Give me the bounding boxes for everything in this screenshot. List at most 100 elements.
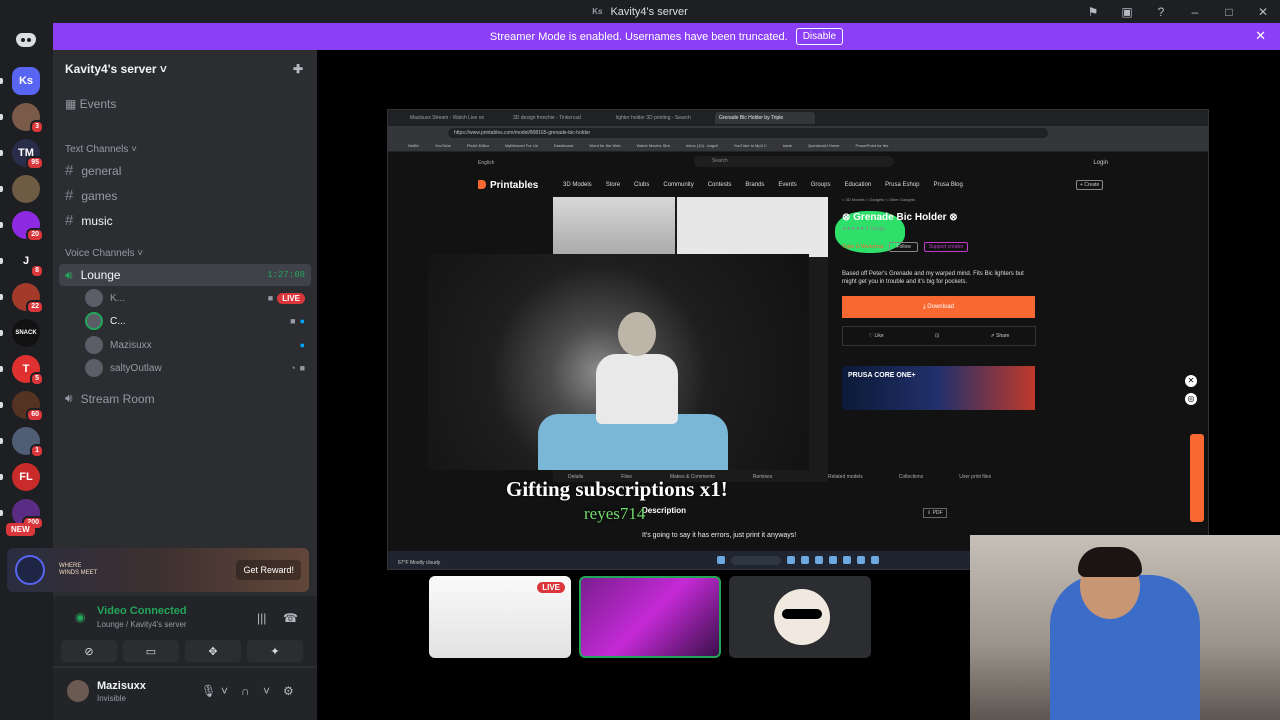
- voice-channel-lounge[interactable]: 🔊︎ Lounge 1:27:08: [59, 264, 311, 286]
- close-icon[interactable]: ✕: [1246, 5, 1280, 19]
- server-icon[interactable]: T5: [12, 355, 44, 386]
- bookmark[interactable]: Watch Movies Stre: [637, 143, 670, 148]
- model-thumbnail[interactable]: [677, 197, 905, 257]
- participant-tile[interactable]: [579, 576, 721, 658]
- nav-item[interactable]: Prusa Blog: [934, 182, 963, 188]
- voice-user[interactable]: Mazisuxx ●: [85, 335, 305, 355]
- nav-item[interactable]: Events: [778, 182, 796, 188]
- server-icon[interactable]: J8: [12, 247, 44, 278]
- channel-music[interactable]: # music: [65, 212, 113, 229]
- start-icon[interactable]: [717, 556, 725, 564]
- taskbar-search[interactable]: [731, 555, 781, 565]
- activities-button[interactable]: ✥: [185, 640, 241, 662]
- voice-user[interactable]: K... ■ LIVE: [85, 288, 305, 308]
- channel-games[interactable]: # games: [65, 187, 117, 204]
- tab-user-prints[interactable]: User print files: [959, 474, 991, 480]
- breadcrumb[interactable]: < 3D Models < Gadgets < Other Gadgets: [842, 197, 1036, 202]
- site-search-input[interactable]: Search: [694, 156, 894, 167]
- bookmark-button[interactable]: ⊡: [935, 333, 939, 339]
- follow-button[interactable]: Follow: [889, 242, 918, 252]
- taskbar-app-icon[interactable]: [857, 556, 865, 564]
- nav-item[interactable]: Store: [606, 182, 620, 188]
- language-selector[interactable]: English: [478, 160, 494, 166]
- soundboard-button[interactable]: ✦: [247, 640, 303, 662]
- author-name[interactable]: Triple G Workshop: [842, 244, 883, 250]
- tab-remixes[interactable]: Remixes: [753, 474, 772, 480]
- headphones-icon[interactable]: ∩: [241, 684, 250, 698]
- chevron-down-icon[interactable]: ˅: [221, 684, 228, 698]
- bookmark[interactable]: QuestionAI Home: [808, 143, 840, 148]
- bookmark[interactable]: Inbox (10) - kagvil: [686, 143, 718, 148]
- pdf-button[interactable]: ⇩ PDF: [923, 508, 947, 518]
- server-icon[interactable]: TM 95: [12, 139, 44, 170]
- bookmark[interactable]: Dashboard: [554, 143, 574, 148]
- taskbar-app-icon[interactable]: [843, 556, 851, 564]
- minimize-icon[interactable]: –: [1178, 5, 1212, 19]
- download-button[interactable]: ⤓ Download: [842, 296, 1035, 318]
- share-button[interactable]: ⇗ Share: [990, 333, 1009, 339]
- server-icon[interactable]: 1: [12, 427, 44, 458]
- screen-share-icon[interactable]: ▣: [1110, 5, 1144, 19]
- bookmark[interactable]: YouTube to Mp3 C: [734, 143, 767, 148]
- get-reward-button[interactable]: Get Reward!: [236, 560, 301, 580]
- events-link[interactable]: ▦ Events: [65, 97, 116, 111]
- bookmark[interactable]: YouTube: [435, 143, 451, 148]
- taskbar-app-icon[interactable]: [801, 556, 809, 564]
- disable-button[interactable]: Disable: [795, 28, 844, 45]
- voice-channel-stream-room[interactable]: 🔊︎ Stream Room: [65, 391, 155, 406]
- server-icon[interactable]: SNACK: [12, 319, 40, 347]
- tab-collections[interactable]: Collections: [899, 474, 923, 480]
- participant-tile[interactable]: LIVE: [429, 576, 571, 658]
- url-field[interactable]: https://www.printables.com/model/808165-…: [448, 128, 1048, 138]
- browser-tab[interactable]: Grenade Bic Holder by Triple: [715, 112, 815, 124]
- text-channels-category[interactable]: Text Channels ˅: [65, 144, 137, 155]
- login-link[interactable]: Login: [1093, 160, 1108, 166]
- nav-item[interactable]: Contests: [708, 182, 732, 188]
- voice-status-subtitle[interactable]: Lounge / Kavity4's server: [97, 620, 187, 629]
- discord-logo-icon[interactable]: [16, 33, 36, 47]
- nav-item[interactable]: Education: [844, 182, 871, 188]
- inbox-flag-icon[interactable]: ⚑: [1076, 5, 1110, 19]
- server-icon[interactable]: 60: [12, 391, 44, 422]
- channel-general[interactable]: # general: [65, 162, 121, 179]
- voice-user[interactable]: C... ■ ●: [85, 311, 305, 331]
- screen-share-button[interactable]: ▭: [123, 640, 179, 662]
- nav-item[interactable]: Brands: [745, 182, 764, 188]
- focus-icon[interactable]: ◎: [1185, 393, 1197, 405]
- server-icon[interactable]: 20: [12, 211, 44, 242]
- server-icon[interactable]: FL: [12, 463, 40, 491]
- voice-user[interactable]: saltyOutlaw ◔ ■: [85, 358, 305, 378]
- printables-logo[interactable]: Printables: [478, 180, 538, 191]
- like-button[interactable]: ♡ Like: [869, 333, 884, 339]
- bookmark[interactable]: Word for the Web: [589, 143, 620, 148]
- bookmark[interactable]: Netflix: [408, 143, 419, 148]
- nav-item[interactable]: Groups: [811, 182, 831, 188]
- model-thumbnail[interactable]: [553, 197, 675, 257]
- nav-item[interactable]: Clubs: [634, 182, 649, 188]
- nav-item[interactable]: 3D Models: [563, 182, 592, 188]
- signal-icon[interactable]: ◉: [75, 610, 85, 624]
- feedback-tab[interactable]: [1190, 434, 1204, 522]
- server-icon[interactable]: [12, 175, 40, 203]
- nav-item[interactable]: Prusa Eshop: [885, 182, 919, 188]
- taskbar-app-icon[interactable]: [787, 556, 795, 564]
- create-button[interactable]: + Create: [1076, 180, 1104, 190]
- avatar[interactable]: [67, 680, 89, 702]
- server-icon[interactable]: Ks: [12, 67, 40, 95]
- server-icon[interactable]: 22: [12, 283, 44, 314]
- support-creator-button[interactable]: Support creator: [923, 242, 969, 252]
- taskbar-app-icon[interactable]: [829, 556, 837, 564]
- participant-tile[interactable]: [729, 576, 871, 658]
- bookmark[interactable]: PicArt Editor: [467, 143, 489, 148]
- bookmark[interactable]: PowerPoint for the: [856, 143, 889, 148]
- server-header[interactable]: Kavity4's server ˅ ✚: [53, 50, 317, 87]
- taskbar-app-icon[interactable]: [871, 556, 879, 564]
- browser-tab[interactable]: lighter holder 3D printing - Search: [612, 112, 712, 124]
- shared-browser-window[interactable]: Mazisuxx Stream - Watch Live on 3D desig…: [387, 109, 1209, 570]
- noise-suppression-icon[interactable]: |||: [257, 611, 266, 625]
- disconnect-icon[interactable]: ☎: [283, 611, 298, 625]
- invite-user-icon[interactable]: ✚: [293, 62, 303, 76]
- voice-channels-category[interactable]: Voice Channels ˅: [65, 248, 143, 259]
- camera-off-button[interactable]: ⊘: [61, 640, 117, 662]
- gear-icon[interactable]: ⚙: [283, 684, 294, 698]
